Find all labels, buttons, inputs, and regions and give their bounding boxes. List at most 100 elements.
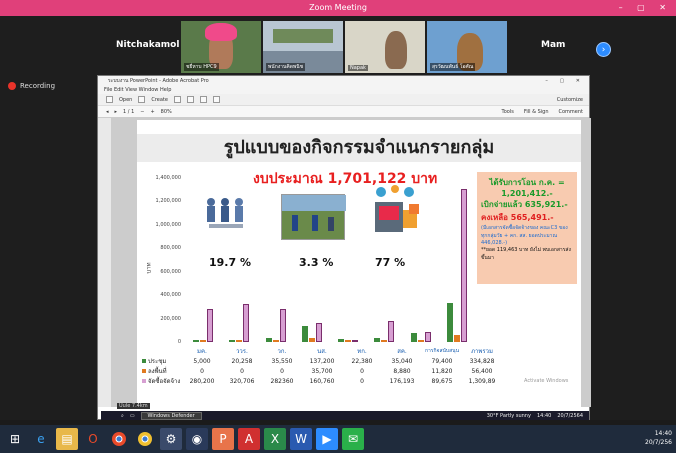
customize-dropdown[interactable]: Customize xyxy=(557,94,583,106)
save-icon[interactable] xyxy=(173,96,181,103)
info-remaining: คงเหลือ 565,491.- xyxy=(481,213,554,222)
fill-sign-tab[interactable]: Fill & Sign xyxy=(524,106,549,118)
chrome-profile-icon[interactable] xyxy=(134,428,156,450)
bar-1-4 xyxy=(345,340,351,342)
table-cell: 320,706 xyxy=(229,377,255,385)
bar-2-2 xyxy=(279,308,286,342)
windows-start-icon[interactable]: ⊞ xyxy=(4,428,26,450)
recording-label: Recording xyxy=(20,82,56,90)
table-cell: 11,820 xyxy=(431,367,453,375)
zoom-out-icon[interactable]: − xyxy=(140,109,144,115)
acrobat-icon[interactable]: A xyxy=(238,428,260,450)
tile-label: สุรวัฒนพันธ์ โอศัณ xyxy=(430,63,476,71)
participant-name-1: Nitchakamol xyxy=(116,40,180,50)
participant-tile-3[interactable]: Napak xyxy=(345,21,425,73)
chart-area: 1,400,000 1,200,000 1,000,000 800,000 600,00… xyxy=(137,168,581,346)
internet-explorer-icon[interactable]: e xyxy=(30,428,52,450)
email-icon[interactable] xyxy=(199,96,207,103)
window-title: Zoom Meeting xyxy=(309,3,367,12)
print-icon[interactable] xyxy=(186,96,194,103)
table-cell: 334,828 xyxy=(469,357,495,365)
y-tick-label: 1,200,000 xyxy=(155,198,181,205)
open-button[interactable]: Open xyxy=(119,97,132,103)
window-view xyxy=(273,29,333,43)
settings-icon[interactable] xyxy=(212,96,220,103)
next-page-icon[interactable]: ▸ xyxy=(115,109,118,115)
search-icon[interactable]: ⌕ xyxy=(121,413,124,419)
table-cell: 280,200 xyxy=(189,377,215,385)
acrobat-titlebar: ระบบงาน PowerPoint - Adobe Acrobat Pro –… xyxy=(98,76,589,86)
powerpoint-icon[interactable]: P xyxy=(212,428,234,450)
table-cell: 282360 xyxy=(270,377,294,385)
page-indicator[interactable]: 1 / 1 xyxy=(123,109,134,115)
bar-2-5 xyxy=(388,321,395,342)
y-tick-label: 200,000 xyxy=(160,315,181,322)
tile-label: Napak xyxy=(348,65,368,71)
table-cell: 22,380 xyxy=(351,357,373,365)
y-tick-label: 1,400,000 xyxy=(155,175,181,181)
table-cell: 0 xyxy=(280,367,284,375)
info-pending: **ยอด 119,463 บาท ยังไม่ พบเอกสารส่งขึ้น… xyxy=(481,247,571,261)
table-cell: 5,000 xyxy=(193,357,211,365)
table-header: ทก. xyxy=(357,348,367,355)
zoom-level[interactable]: 80% xyxy=(161,109,172,115)
y-tick-label: 400,000 xyxy=(160,292,181,299)
table-cell: 35,700 xyxy=(311,367,333,375)
info-received-label: ได้รับการโอน ก.ค. = xyxy=(489,178,565,187)
bar-1-1 xyxy=(236,340,243,342)
windows-taskbar: ⊞ e ▤ O ⚙ ◉ P A X W ▶ ✉ 14:40 20/7/256 xyxy=(0,425,676,453)
table-cell: 160,760 xyxy=(309,377,335,385)
table-cell: 176,193 xyxy=(389,377,415,385)
zoom-in-icon[interactable]: + xyxy=(150,109,154,115)
bar-2-3 xyxy=(315,323,322,342)
next-page-button[interactable]: › xyxy=(596,42,611,57)
table-cell: 56,400 xyxy=(471,367,493,375)
participant-tile-4[interactable]: สุรวัฒนพันธ์ โอศัณ xyxy=(427,21,507,73)
table-header: การกิจสนับสนุน xyxy=(424,348,459,354)
task-view-icon[interactable]: ▭ xyxy=(130,413,135,419)
acrobat-menubar[interactable]: File Edit View Window Help xyxy=(98,86,589,94)
bar-1-5 xyxy=(381,340,388,342)
comment-tab[interactable]: Comment xyxy=(559,106,584,118)
create-button[interactable]: Create xyxy=(151,97,168,103)
prev-page-icon[interactable]: ◂ xyxy=(106,109,109,115)
settings-icon[interactable]: ⚙ xyxy=(160,428,182,450)
row-label: ประชุม xyxy=(142,356,182,366)
info-note: (มีเอกสารจัดซื้อจัดจ้างของ คณะC3 ของทุกก… xyxy=(481,225,568,246)
app-icon[interactable]: ◉ xyxy=(186,428,208,450)
file-explorer-icon[interactable]: ▤ xyxy=(56,428,78,450)
bar-0-1 xyxy=(229,339,236,342)
system-tray[interactable]: 14:40 20/7/256 xyxy=(645,429,672,447)
table-body: ประชุม 5,000 20,258 35,550 137,200 22,380 35,0… xyxy=(142,356,578,386)
row-label: ลงพื้นที่ xyxy=(142,366,182,376)
word-icon[interactable]: W xyxy=(290,428,312,450)
table-header: ภาพรวม xyxy=(471,348,493,355)
window-controls[interactable]: – ▢ ✕ xyxy=(619,0,672,16)
acrobat-window-controls[interactable]: – ▢ ✕ xyxy=(545,76,585,86)
info-disbursed: เบิกจ่ายแล้ว 635,921.- xyxy=(481,200,568,209)
zoom-icon[interactable]: ▶ xyxy=(316,428,338,450)
legend-swatch xyxy=(142,379,146,383)
tile-label: พนักงานคิดพนิช xyxy=(266,63,306,71)
participant-tile-2[interactable]: พนักงานคิดพนิช xyxy=(263,21,343,73)
y-axis-label: บาท xyxy=(145,262,153,274)
slide-title: รูปแบบของกิจกรรมจำแนกรายกลุ่ม xyxy=(137,134,581,162)
opera-icon[interactable]: O xyxy=(82,428,104,450)
recording-indicator[interactable]: Recording xyxy=(8,82,55,90)
chrome-icon[interactable] xyxy=(108,428,130,450)
line-icon[interactable]: ✉ xyxy=(342,428,364,450)
participant-tile-1[interactable]: ชยี่หาบ HPC9 xyxy=(181,21,261,73)
record-icon xyxy=(8,82,16,90)
table-cell: 137,200 xyxy=(309,357,335,365)
bar-2-1 xyxy=(243,304,250,342)
acrobat-side-panel[interactable] xyxy=(98,118,112,407)
clock-date: 20/7/256 xyxy=(645,439,672,446)
data-table: มค. ววร. วก. นส. ทก. สค. การกิจสนับสนุน … xyxy=(142,346,578,386)
weather-widget[interactable]: 30°F Partly sunny xyxy=(487,413,531,419)
windows-defender-button[interactable]: Windows Defender xyxy=(140,411,202,420)
tools-tab[interactable]: Tools xyxy=(502,106,514,118)
activate-windows-watermark: Activate Windows xyxy=(524,378,569,384)
bar-1-0 xyxy=(200,340,206,342)
info-received-value: 1,201,412.- xyxy=(501,189,553,198)
excel-icon[interactable]: X xyxy=(264,428,286,450)
